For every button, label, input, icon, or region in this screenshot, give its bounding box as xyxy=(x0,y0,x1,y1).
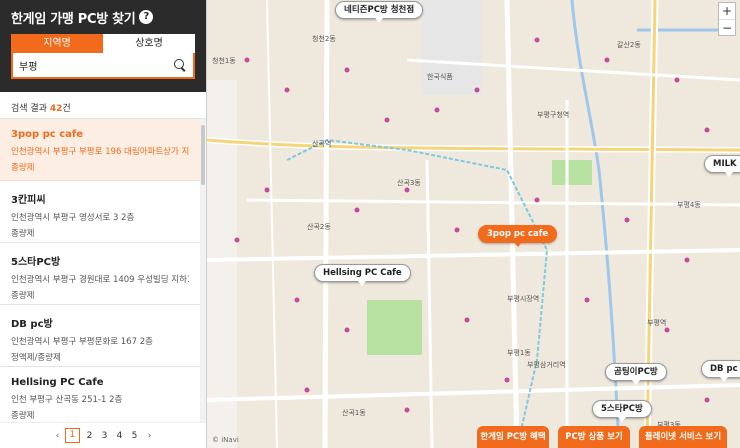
list-item[interactable]: 5스타PC방 인천광역시 부평구 경원대로 1409 우성빌딩 지하1층 종량제 xyxy=(0,243,200,305)
map-label: 산곡1동 xyxy=(342,409,366,417)
list-item[interactable]: 3pop pc cafe 인천광역시 부평구 부평로 196 대림아파트상가 지… xyxy=(0,119,200,181)
zoom-out-button[interactable]: − xyxy=(719,19,735,35)
result-scrollbar[interactable] xyxy=(200,119,206,422)
map-canvas xyxy=(207,0,740,448)
store-billing: 종량제 xyxy=(11,411,35,421)
map-label: 청천2동 xyxy=(312,35,336,43)
search-panel: 한게임 가맹 PC방 찾기 ? 지역명 상호명 검색 결과 42건 3pop p… xyxy=(0,0,207,448)
map-marker[interactable]: DB pc xyxy=(701,360,740,382)
result-count-prefix: 검색 결과 xyxy=(11,104,50,114)
page-4[interactable]: 4 xyxy=(112,431,127,441)
list-item[interactable]: Hellsing PC Cafe 인천 부평구 산곡동 251-1 2층 종량제 xyxy=(0,367,200,422)
map-label: 청천1동 xyxy=(212,57,236,65)
next-page-icon[interactable]: › xyxy=(142,431,157,441)
map-label: 부평4동 xyxy=(677,201,701,209)
page-1[interactable]: 1 xyxy=(65,428,80,443)
map-label: 부평역 xyxy=(647,319,667,327)
panel-title-row: 한게임 가맹 PC방 찾기 ? xyxy=(11,6,195,28)
map-label: 부평1동 xyxy=(507,349,531,357)
scrollbar-thumb[interactable] xyxy=(201,125,205,185)
hangame-benefit-button[interactable]: 한게임 PC방 혜택 xyxy=(477,426,549,448)
result-list: 3pop pc cafe 인천광역시 부평구 부평로 196 대림아파트상가 지… xyxy=(0,119,200,422)
result-count-suffix: 건 xyxy=(62,104,71,114)
pagination: ‹ 1 2 3 4 5 › xyxy=(0,422,206,448)
tab-region[interactable]: 지역명 xyxy=(11,34,103,53)
store-billing: 종량제 xyxy=(11,229,35,239)
page-3[interactable]: 3 xyxy=(97,431,112,441)
map-marker[interactable]: 곰팅이PC방 xyxy=(605,363,667,385)
store-billing: 정액제/종량제 xyxy=(11,353,61,363)
map-label: 한국식품 xyxy=(427,73,453,81)
map-label: 산곡3동 xyxy=(397,179,421,187)
map-label: 부평삼거리역 xyxy=(527,361,566,369)
search-input[interactable] xyxy=(19,59,173,71)
store-billing: 종량제 xyxy=(11,291,35,301)
zoom-control: + − xyxy=(718,2,736,36)
store-name: 5스타PC방 xyxy=(11,257,61,268)
page-5[interactable]: 5 xyxy=(127,431,142,441)
map-marker[interactable]: 네티즌PC방 청천점 xyxy=(335,1,424,23)
store-name: 3pop pc cafe xyxy=(11,129,84,140)
map-marker[interactable]: Hellsing PC Cafe xyxy=(314,264,411,286)
result-count: 검색 결과 42건 xyxy=(0,92,206,119)
map-marker[interactable]: 5스타PC방 xyxy=(592,400,652,422)
search-tabs: 지역명 상호명 xyxy=(11,34,195,53)
store-address: 인천 부평구 산곡동 251-1 2층 xyxy=(11,395,123,405)
store-address: 인천광역시 부평구 영성서로 3 2층 xyxy=(11,213,135,223)
tab-store-name[interactable]: 상호명 xyxy=(103,34,195,53)
prev-page-icon[interactable]: ‹ xyxy=(50,431,65,441)
map-credit: © iNavi xyxy=(212,436,239,444)
panel-header: 한게임 가맹 PC방 찾기 ? 지역명 상호명 xyxy=(0,0,206,92)
map-label: 갈산2동 xyxy=(617,41,641,49)
search-icon[interactable] xyxy=(173,58,187,72)
store-name: Hellsing PC Cafe xyxy=(11,377,104,388)
store-name: 3칸피씨 xyxy=(11,195,46,206)
product-view-button[interactable]: PC방 상품 보기 xyxy=(558,426,630,448)
map-label: 산곡2동 xyxy=(307,223,331,231)
store-address: 인천광역시 부평구 부평문화로 167 2층 xyxy=(11,337,153,347)
map-view[interactable]: 청천2동 청천1동 한국식품 산곡역 산곡3동 산곡2동 산곡1동 갈산2동 부… xyxy=(207,0,740,448)
search-box xyxy=(11,53,195,79)
store-name: DB pc방 xyxy=(11,319,53,330)
store-address: 인천광역시 부평구 경원대로 1409 우성빌딩 지하1층 xyxy=(11,275,189,285)
zoom-in-button[interactable]: + xyxy=(719,3,735,19)
list-item[interactable]: 3칸피씨 인천광역시 부평구 영성서로 3 2층 종량제 xyxy=(0,181,200,243)
map-marker-selected[interactable]: 3pop pc cafe xyxy=(478,225,558,247)
map-label: 부평구청역 xyxy=(537,111,570,119)
page-2[interactable]: 2 xyxy=(82,431,97,441)
playnet-service-button[interactable]: 플레이넷 서비스 보기 xyxy=(639,426,727,448)
map-label: 부평시장역 xyxy=(507,295,540,303)
map-label: 산곡역 xyxy=(312,140,332,148)
map-marker[interactable]: MILK P xyxy=(704,155,740,177)
store-billing: 종량제 xyxy=(11,163,35,173)
result-count-number: 42 xyxy=(49,104,63,114)
help-icon[interactable]: ? xyxy=(139,10,154,24)
page-title: 한게임 가맹 PC방 찾기 xyxy=(11,11,136,27)
store-address: 인천광역시 부평구 부평로 196 대림아파트상가 지하1층 xyxy=(11,147,189,157)
list-item[interactable]: DB pc방 인천광역시 부평구 부평문화로 167 2층 정액제/종량제 xyxy=(0,305,200,367)
